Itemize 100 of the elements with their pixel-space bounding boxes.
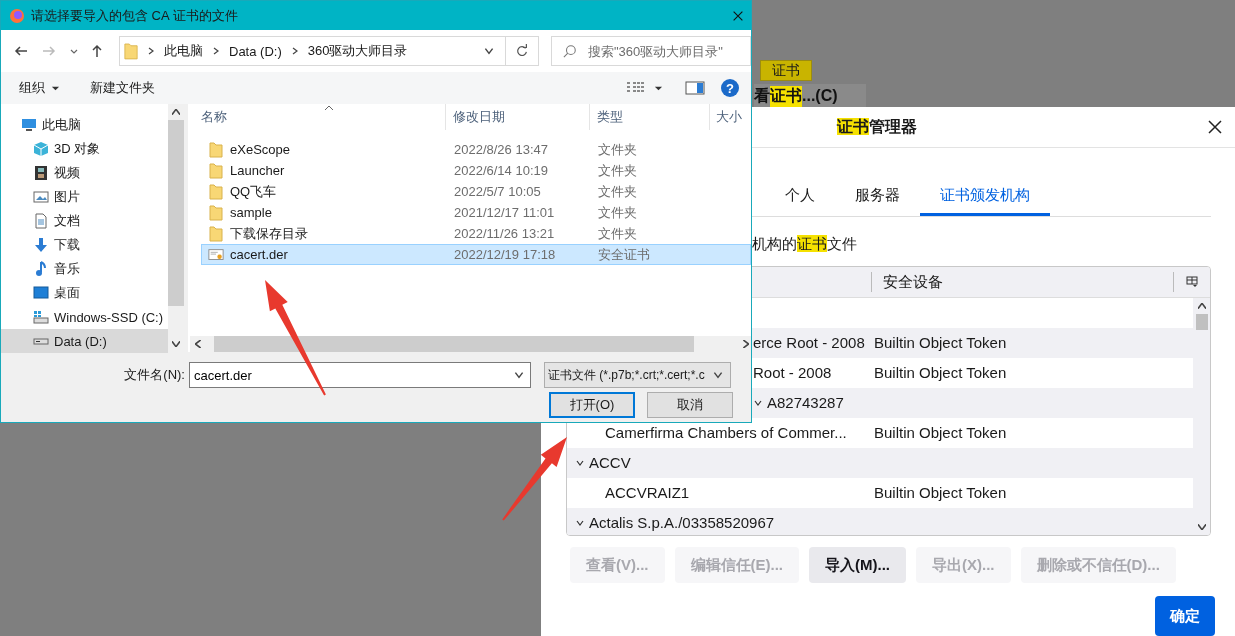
table-cell-text: 文件夹 xyxy=(597,182,638,201)
table-cell: ACCVRAIZ1 xyxy=(605,484,690,502)
scroll-thumb[interactable] xyxy=(168,120,184,306)
file-name: cacert.der xyxy=(230,247,288,262)
scrollbar[interactable] xyxy=(168,104,184,352)
breadcrumb[interactable]: 此电脑 xyxy=(160,42,207,60)
address-bar[interactable]: 此电脑 Data (D:) 360驱动大师目录 xyxy=(119,36,539,66)
file-row[interactable]: cacert.der 2022/12/19 17:18 安全证书 xyxy=(201,244,751,265)
table-row[interactable]: ACCVRAIZ1 Builtin Object Token xyxy=(567,477,1193,508)
table-cell-text: 2022/6/14 10:19 xyxy=(453,163,549,178)
table-cell-text: Builtin Object Token xyxy=(873,424,1007,442)
table-cell-text: Builtin Object Token xyxy=(873,484,1007,502)
file-row[interactable]: sample 2021/12/17 11:01 文件夹 xyxy=(201,202,751,223)
folder-icon xyxy=(208,141,224,158)
document-icon xyxy=(33,213,49,229)
table-cell: erce Root - 2008 xyxy=(753,334,865,352)
column-picker-icon[interactable] xyxy=(1186,275,1198,288)
file-row[interactable]: eXeScope 2022/8/26 13:47 文件夹 xyxy=(201,139,751,160)
dialog-title: 证书管理器 xyxy=(837,116,917,137)
file-name: 下载保存目录 xyxy=(230,224,308,243)
close-icon[interactable] xyxy=(1207,119,1223,135)
folder-icon xyxy=(208,162,224,179)
new-folder-button[interactable]: 新建文件夹 xyxy=(90,79,155,97)
open-button[interactable]: 打开(O) xyxy=(549,392,635,418)
nav-item[interactable]: 桌面 xyxy=(1,281,168,305)
file-row[interactable]: QQ飞车 2022/5/7 10:05 文件夹 xyxy=(201,181,751,202)
desktop-icon xyxy=(33,285,49,301)
computer-icon xyxy=(21,117,37,133)
table-cell-text: 文件夹 xyxy=(597,140,638,159)
chevron-icon[interactable] xyxy=(211,46,221,56)
column-header[interactable]: 大小 xyxy=(710,104,742,130)
table-cell-text: Builtin Object Token xyxy=(873,364,1007,382)
ok-button[interactable]: 确定 xyxy=(1155,596,1215,636)
chevron-icon[interactable] xyxy=(146,46,156,56)
cancel-button[interactable]: 取消 xyxy=(647,392,733,418)
nav-item[interactable]: 下载 xyxy=(1,233,168,257)
table-cell-text: 2022/5/7 10:05 xyxy=(453,184,542,199)
nav-item[interactable]: Data (D:) xyxy=(1,329,168,353)
folder-icon xyxy=(208,225,224,242)
preview-pane-icon[interactable] xyxy=(685,80,705,96)
field-label: 文件名(N): xyxy=(123,366,186,384)
table-cell-text: 文件夹 xyxy=(597,224,638,243)
drive-icon xyxy=(33,309,49,325)
nav-item[interactable]: 3D 对象 xyxy=(1,137,168,161)
film-icon xyxy=(33,165,49,181)
file-name: eXeScope xyxy=(230,142,290,157)
table-cell: ACCV xyxy=(589,454,631,472)
nav-item[interactable]: 视频 xyxy=(1,161,168,185)
breadcrumb[interactable]: Data (D:) xyxy=(225,43,286,59)
nav-item[interactable]: Windows-SSD (C:) xyxy=(1,305,168,329)
table-cell-text: 安全证书 xyxy=(597,245,651,264)
table-cell: Actalis S.p.A./03358520967 xyxy=(589,514,775,532)
cube-icon xyxy=(33,141,49,157)
table-cell: Root - 2008 xyxy=(753,364,832,382)
file-row[interactable]: 下载保存目录 2022/11/26 13:21 文件夹 xyxy=(201,223,751,244)
organize-button[interactable]: 组织 xyxy=(19,79,60,97)
column-header[interactable]: 修改日期 xyxy=(446,104,590,130)
music-note-icon xyxy=(33,261,49,277)
browser-icon xyxy=(9,7,25,24)
column-header[interactable]: 类型 xyxy=(590,104,710,130)
tab[interactable]: 个人 xyxy=(765,178,835,216)
tooltip: 证书 xyxy=(760,60,812,81)
table-cell-text: 2022/11/26 13:21 xyxy=(453,226,556,241)
certificate-icon xyxy=(208,246,224,263)
table-cell-text: 2022/12/19 17:18 xyxy=(453,247,557,262)
window-title: 请选择要导入的包含 CA 证书的文件 xyxy=(31,6,238,25)
search-icon xyxy=(563,44,577,58)
sort-caret-icon xyxy=(324,105,334,111)
table-cell-text: 2022/8/26 13:47 xyxy=(453,142,549,157)
table-cell: A82743287 xyxy=(767,394,844,412)
file-name: sample xyxy=(230,205,272,220)
file-name: Launcher xyxy=(230,163,285,178)
refresh-icon xyxy=(515,44,529,58)
action-button[interactable]: 导入(M)... xyxy=(809,547,906,583)
scroll-thumb[interactable] xyxy=(1195,313,1208,330)
filename-field[interactable]: cacert.der xyxy=(189,362,531,388)
file-type-dropdown[interactable]: 证书文件 (*.p7b;*.crt;*.cert;*.c xyxy=(544,362,731,388)
help-button[interactable]: ? xyxy=(721,79,739,97)
nav-item[interactable]: 音乐 xyxy=(1,257,168,281)
table-cell: Camerfirma Chambers of Commer... xyxy=(605,424,847,442)
file-name: QQ飞车 xyxy=(230,182,277,201)
nav-item[interactable]: 图片 xyxy=(1,185,168,209)
download-icon xyxy=(33,237,49,253)
image-icon xyxy=(33,189,49,205)
search-field[interactable]: 搜索"360驱动大师目录" xyxy=(551,36,751,66)
tab[interactable]: 证书颁发机构 xyxy=(920,178,1050,216)
file-row[interactable]: Launcher 2022/6/14 10:19 文件夹 xyxy=(201,160,751,181)
tab[interactable]: 服务器 xyxy=(835,178,920,216)
column-header[interactable]: 名称 xyxy=(188,104,446,130)
breadcrumb[interactable]: 360驱动大师目录 xyxy=(303,42,412,60)
nav-item[interactable]: 此电脑 xyxy=(1,113,168,137)
table-cell-text: 文件夹 xyxy=(597,161,638,180)
table-cell-text: 文件夹 xyxy=(597,203,638,222)
folder-icon xyxy=(124,42,138,60)
folder-icon xyxy=(208,204,224,221)
view-certificates-button[interactable]: 看证书...(C) xyxy=(754,84,866,108)
table-cell-text: 2021/12/17 11:01 xyxy=(453,205,556,220)
drive-icon xyxy=(33,337,49,345)
table-cell-text: Builtin Object Token xyxy=(873,334,1007,352)
nav-item[interactable]: 文档 xyxy=(1,209,168,233)
